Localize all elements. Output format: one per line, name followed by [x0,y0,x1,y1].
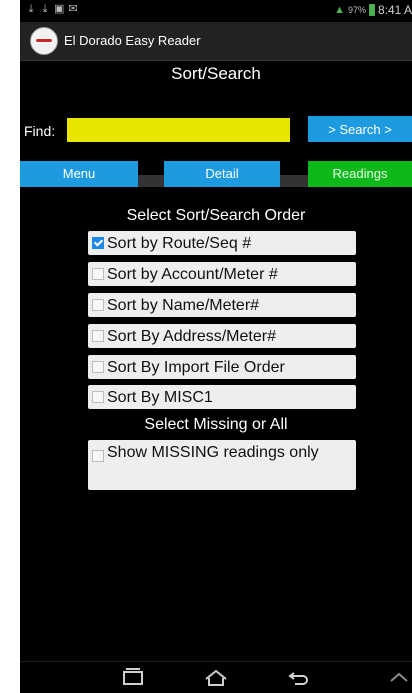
missing-option-label: Show MISSING readings only [107,444,319,461]
checkbox-icon[interactable] [92,391,104,403]
sort-option-label: Sort By Import File Order [107,358,285,376]
signal-icon: ▲ [334,4,345,16]
detail-button[interactable]: Detail [164,161,280,187]
system-nav-bar [20,661,412,693]
recent-apps-icon[interactable] [120,668,146,688]
sort-option-label: Sort By MISC1 [107,388,213,406]
sort-option-label: Sort by Route/Seq # [107,234,252,252]
app-logo-icon[interactable] [30,27,58,55]
sort-option-route[interactable]: Sort by Route/Seq # [88,231,356,255]
menu-button[interactable]: Menu [20,161,138,187]
download-icon: ⤓ [28,3,34,15]
checkbox-icon[interactable] [92,268,104,280]
checkbox-icon[interactable] [92,450,104,462]
search-button[interactable]: > Search > [308,116,412,142]
home-icon[interactable] [203,668,229,688]
sort-section-title: Select Sort/Search Order [126,207,306,224]
sort-option-account[interactable]: Sort by Account/Meter # [88,262,356,286]
status-bar: ⤓ ⤓ ▣ ✉ ▲ 97% 8:41 A [20,0,412,22]
checkbox-icon[interactable] [92,361,104,373]
status-left-icons: ⤓ ⤓ ▣ ✉ [26,3,78,15]
page-title: Sort/Search [171,64,261,83]
checkbox-checked-icon[interactable] [92,237,104,249]
battery-icon [368,4,375,16]
battery-percent: 97% [347,5,366,15]
sort-option-label: Sort By Address/Meter# [107,327,276,345]
clock: 8:41 A [377,3,412,17]
chevron-up-icon[interactable] [388,668,410,688]
sort-option-address[interactable]: Sort By Address/Meter# [88,324,356,348]
sort-option-label: Sort by Account/Meter # [107,265,278,283]
sort-option-import[interactable]: Sort By Import File Order [88,355,356,379]
app-title: El Dorado Easy Reader [64,33,201,48]
checkbox-icon[interactable] [92,330,104,342]
device-screen: ⤓ ⤓ ▣ ✉ ▲ 97% 8:41 A El Dorado Easy Read… [20,0,412,693]
find-label: Find: [24,123,56,139]
nav-divider [138,175,164,187]
missing-readings-option[interactable]: Show MISSING readings only [88,440,356,490]
status-right: ▲ 97% 8:41 A [334,3,412,17]
image-icon: ▣ [54,3,65,15]
action-bar: El Dorado Easy Reader [20,22,412,61]
gauge-needle [36,39,52,42]
mail-icon: ✉ [68,3,78,15]
find-input[interactable] [67,118,290,142]
sort-option-name[interactable]: Sort by Name/Meter# [88,293,356,317]
nav-divider [280,175,308,187]
readings-button[interactable]: Readings [308,161,412,187]
missing-section-title: Select Missing or All [144,416,288,433]
download-icon: ⤓ [42,3,48,15]
checkbox-icon[interactable] [92,299,104,311]
sort-option-misc1[interactable]: Sort By MISC1 [88,385,356,409]
sort-option-label: Sort by Name/Meter# [107,296,260,314]
back-icon[interactable] [286,668,312,688]
